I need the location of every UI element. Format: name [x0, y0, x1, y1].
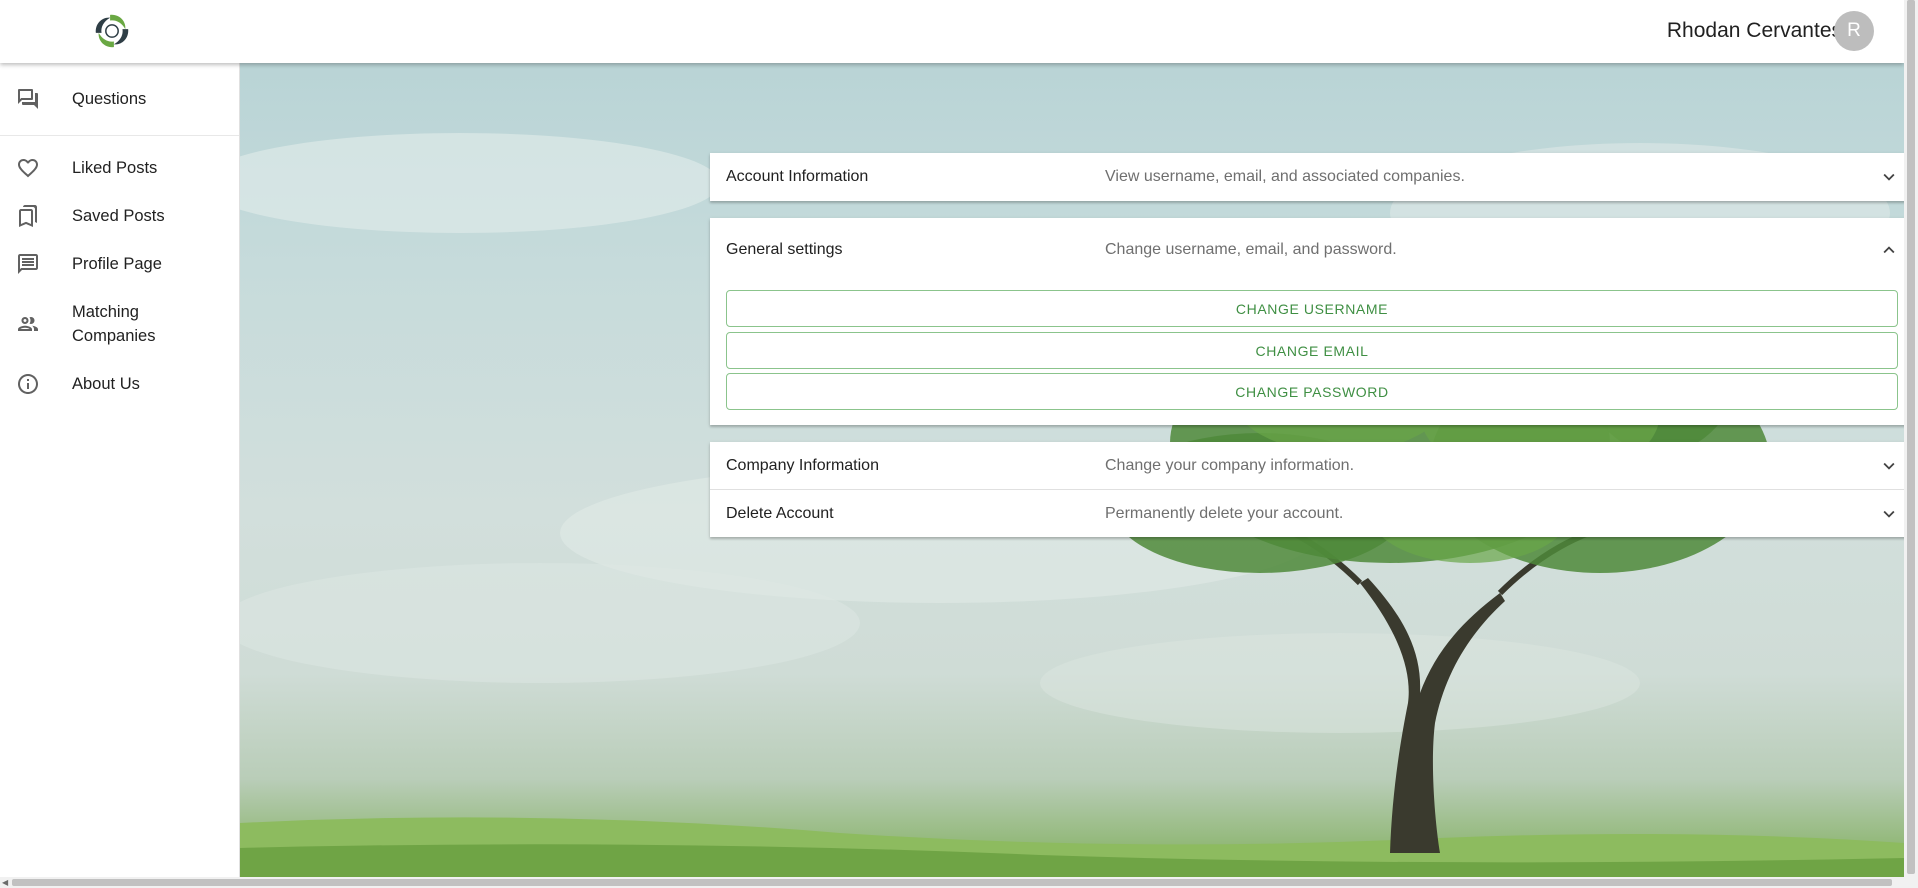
scroll-left-arrow-icon[interactable]: ◀ [2, 878, 8, 887]
sidebar-item-matching-companies[interactable]: Matching Companies [0, 300, 239, 348]
sidebar-divider [0, 135, 239, 136]
avatar-initial: R [1847, 20, 1861, 41]
section-description: Permanently delete your account. [1105, 505, 1344, 522]
accordion-header-delete-account[interactable]: Delete Account Permanently delete your a… [710, 490, 1904, 537]
sidebar-item-label: Matching Companies [72, 303, 156, 345]
section-title: Delete Account [726, 505, 834, 522]
forum-icon [18, 89, 38, 109]
section-title: Account Information [726, 168, 869, 185]
sidebar-item-label: Saved Posts [72, 207, 165, 225]
accordion-account-information: Account Information View username, email… [710, 153, 1904, 201]
sidebar-item-label: About Us [72, 375, 140, 393]
heart-outline-icon [18, 159, 38, 178]
section-description: Change username, email, and password. [1105, 241, 1397, 258]
sidebar-item-liked-posts[interactable]: Liked Posts [0, 156, 239, 180]
change-password-button[interactable]: Change Password [726, 373, 1898, 410]
change-email-button[interactable]: Change Email [726, 332, 1898, 369]
chevron-up-icon[interactable] [1878, 239, 1900, 261]
accordion-general-settings: General settings Change username, email,… [710, 218, 1904, 425]
section-title: General settings [726, 241, 843, 258]
section-description: View username, email, and associated com… [1105, 168, 1465, 185]
horizontal-scrollbar[interactable]: ◀ [0, 877, 1904, 888]
bookmarks-icon [19, 205, 37, 227]
sidebar-item-about-us[interactable]: About Us [0, 372, 239, 396]
top-app-bar: Rhodan Cervantes R [0, 0, 1904, 63]
chevron-down-icon[interactable] [1878, 455, 1900, 477]
sidebar-item-label: Profile Page [72, 255, 162, 273]
sidebar: Questions Liked Posts Saved Posts Profil… [0, 63, 240, 888]
section-description: Change your company information. [1105, 457, 1355, 474]
main-content: Account Information View username, email… [240, 63, 1904, 877]
people-icon [18, 317, 38, 331]
sidebar-item-label: Questions [72, 90, 147, 108]
change-username-button[interactable]: Change Username [726, 290, 1898, 327]
chevron-down-icon[interactable] [1878, 503, 1900, 525]
vertical-scrollbar[interactable] [1904, 0, 1918, 888]
chevron-down-icon[interactable] [1878, 166, 1900, 188]
sidebar-item-label: Liked Posts [72, 159, 158, 177]
accordion-header-company-information[interactable]: Company Information Change your company … [710, 442, 1904, 490]
info-outline-icon [18, 374, 38, 394]
accordion-header-account-information[interactable]: Account Information View username, email… [710, 153, 1904, 201]
horizontal-scrollbar-thumb[interactable] [12, 879, 1892, 886]
user-name: Rhodan Cervantes [1666, 19, 1842, 42]
app-logo-icon[interactable] [93, 11, 131, 51]
chat-box-icon [18, 254, 38, 274]
accordion-group-lower: Company Information Change your company … [710, 442, 1904, 537]
sidebar-item-questions[interactable]: Questions [0, 87, 239, 111]
accordion-header-general-settings[interactable]: General settings Change username, email,… [710, 218, 1904, 274]
section-title: Company Information [726, 457, 879, 474]
sidebar-item-saved-posts[interactable]: Saved Posts [0, 204, 239, 228]
avatar[interactable]: R [1834, 11, 1874, 51]
vertical-scrollbar-thumb[interactable] [1907, 0, 1915, 874]
sidebar-item-profile-page[interactable]: Profile Page [0, 252, 239, 276]
